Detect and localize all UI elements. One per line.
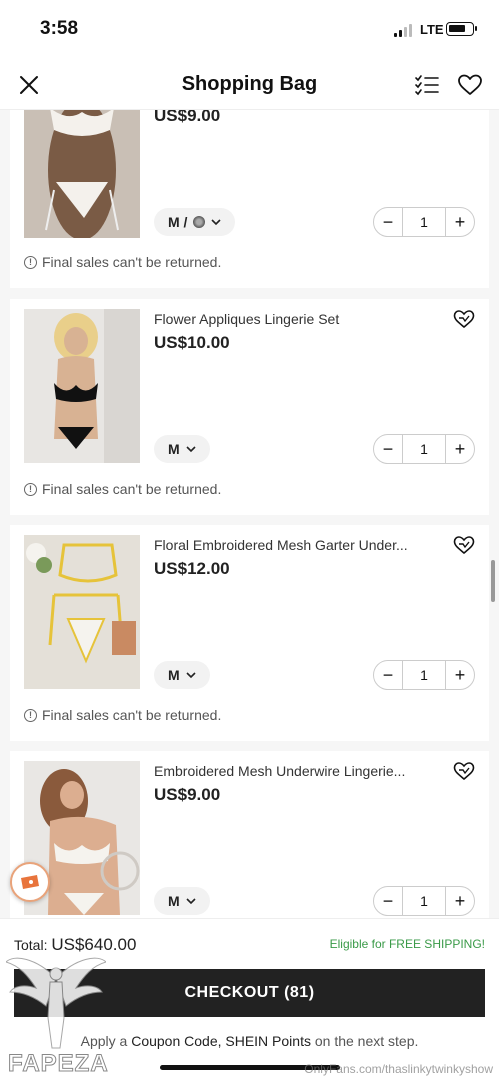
product-image[interactable] xyxy=(24,535,140,689)
network-label: LTE xyxy=(420,22,444,37)
add-to-wishlist-icon[interactable] xyxy=(453,309,475,329)
scrollbar[interactable] xyxy=(491,560,495,602)
quantity-stepper[interactable]: − 1 + xyxy=(373,886,475,916)
increase-button[interactable]: + xyxy=(446,435,474,463)
item-name[interactable]: Embroidered Mesh Underwire Lingerie... xyxy=(154,763,434,779)
quantity-stepper[interactable]: − 1 + xyxy=(373,434,475,464)
cart-list[interactable]: US$9.00 M / − 1 + ! Final sales can't be… xyxy=(0,110,499,918)
product-image[interactable] xyxy=(24,110,140,238)
quantity-stepper[interactable]: − 1 + xyxy=(373,207,475,237)
info-icon: ! xyxy=(24,708,37,722)
info-icon: ! xyxy=(24,255,37,269)
heart-icon[interactable] xyxy=(457,73,483,97)
decrease-button[interactable]: − xyxy=(374,661,402,689)
quantity-value[interactable]: 1 xyxy=(402,887,446,915)
coupon-hint-suffix: on the next step. xyxy=(314,1033,419,1049)
cart-item: US$9.00 M / − 1 + ! Final sales can't be… xyxy=(10,110,489,288)
chevron-down-icon xyxy=(186,446,196,453)
item-price: US$9.00 xyxy=(154,785,221,804)
add-to-wishlist-icon[interactable] xyxy=(453,761,475,781)
item-price: US$10.00 xyxy=(154,333,230,352)
size-label: M / xyxy=(168,214,188,230)
info-icon: ! xyxy=(24,482,37,496)
size-label: M xyxy=(168,893,180,909)
increase-button[interactable]: + xyxy=(446,887,474,915)
final-sale-notice: ! Final sales can't be returned. xyxy=(24,707,221,723)
item-price: US$9.00 xyxy=(154,110,221,125)
size-selector[interactable]: M / xyxy=(154,208,236,236)
item-name[interactable]: Floral Embroidered Mesh Garter Under... xyxy=(154,537,434,553)
color-swatch xyxy=(193,216,206,228)
watermark-left-text: FAPEZA xyxy=(8,1050,109,1078)
increase-button[interactable]: + xyxy=(446,661,474,689)
quantity-value[interactable]: 1 xyxy=(402,435,446,463)
quantity-stepper[interactable]: − 1 + xyxy=(373,660,475,690)
item-name[interactable]: Flower Appliques Lingerie Set xyxy=(154,311,434,327)
chevron-down-icon xyxy=(186,898,196,905)
decrease-button[interactable]: − xyxy=(374,208,402,236)
watermark-right-text: OnlyFans.com/thaslinkytwinkyshow xyxy=(304,1062,493,1076)
status-bar: 3:58 LTE xyxy=(0,0,499,60)
status-time: 3:58 xyxy=(40,18,79,39)
notice-text: Final sales can't be returned. xyxy=(42,481,222,497)
increase-button[interactable]: + xyxy=(446,208,474,236)
add-to-wishlist-icon[interactable] xyxy=(453,535,475,555)
final-sale-notice: ! Final sales can't be returned. xyxy=(24,481,221,497)
cart-item: Embroidered Mesh Underwire Lingerie... U… xyxy=(10,751,489,918)
battery-icon xyxy=(446,22,477,36)
coupon-hint-link[interactable]: Coupon Code, SHEIN Points xyxy=(131,1033,311,1049)
cart-item: Floral Embroidered Mesh Garter Under... … xyxy=(10,525,489,741)
coupon-icon xyxy=(21,875,39,889)
coupon-floating-button[interactable] xyxy=(10,862,50,902)
item-price: US$12.00 xyxy=(154,559,230,578)
decrease-button[interactable]: − xyxy=(374,435,402,463)
signal-icon xyxy=(394,24,412,37)
quantity-value[interactable]: 1 xyxy=(402,661,446,689)
chevron-down-icon xyxy=(211,219,222,226)
decrease-button[interactable]: − xyxy=(374,887,402,915)
notice-text: Final sales can't be returned. xyxy=(42,254,222,270)
chevron-down-icon xyxy=(186,672,196,679)
notice-text: Final sales can't be returned. xyxy=(42,707,222,723)
quantity-value[interactable]: 1 xyxy=(402,208,446,236)
size-label: M xyxy=(168,667,180,683)
size-selector[interactable]: M xyxy=(154,887,210,915)
cart-item: Flower Appliques Lingerie Set US$10.00 M… xyxy=(10,299,489,515)
size-selector[interactable]: M xyxy=(154,435,210,463)
final-sale-notice: ! Final sales can't be returned. xyxy=(24,254,221,270)
product-image[interactable] xyxy=(24,309,140,463)
free-shipping-badge: Eligible for FREE SHIPPING! xyxy=(329,937,485,951)
size-label: M xyxy=(168,441,180,457)
header: Shopping Bag xyxy=(0,60,499,110)
checklist-icon[interactable] xyxy=(414,73,440,97)
size-selector[interactable]: M xyxy=(154,661,210,689)
